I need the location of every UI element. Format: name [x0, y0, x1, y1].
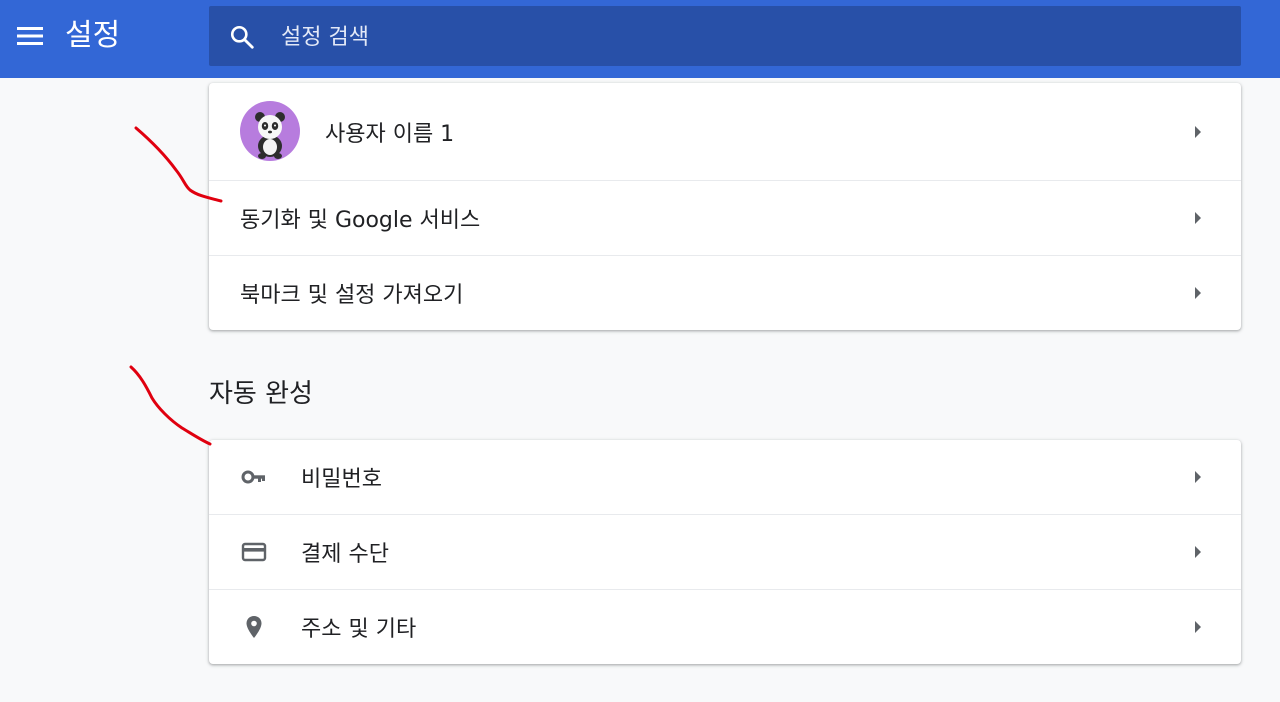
- import-bookmarks-row[interactable]: 북마크 및 설정 가져오기: [209, 255, 1241, 330]
- top-bar: 설정: [0, 0, 1280, 78]
- page-title: 설정: [65, 18, 121, 53]
- autofill-card: 비밀번호 결제 수단 주소 및 기타: [209, 440, 1241, 664]
- passwords-row[interactable]: 비밀번호: [209, 440, 1241, 514]
- arrow-right-icon: [1195, 621, 1201, 633]
- search-icon: [230, 25, 254, 49]
- arrow-right-icon: [1195, 212, 1201, 224]
- arrow-right-icon: [1195, 471, 1201, 483]
- key-icon: [241, 470, 265, 484]
- import-bookmarks-label: 북마크 및 설정 가져오기: [240, 283, 464, 308]
- credit-card-icon: [241, 542, 267, 562]
- sync-services-label: 동기화 및 Google 서비스: [240, 208, 481, 233]
- panda-avatar-icon: [255, 112, 285, 159]
- payment-methods-row[interactable]: 결제 수단: [209, 514, 1241, 589]
- arrow-right-icon: [1195, 287, 1201, 299]
- arrow-right-icon: [1195, 546, 1201, 558]
- search-box[interactable]: [209, 6, 1241, 66]
- people-card: 사용자 이름 1 동기화 및 Google 서비스 북마크 및 설정 가져오기: [209, 83, 1241, 330]
- annotation-stroke-autofill: [129, 365, 212, 446]
- autofill-section-title: 자동 완성: [209, 379, 313, 409]
- passwords-label: 비밀번호: [301, 467, 382, 492]
- addresses-row[interactable]: 주소 및 기타: [209, 589, 1241, 664]
- search-input[interactable]: [279, 16, 1183, 58]
- hamburger-menu-icon: [17, 27, 43, 45]
- profile-name: 사용자 이름 1: [325, 121, 455, 147]
- profile-row[interactable]: 사용자 이름 1: [209, 83, 1241, 180]
- sync-services-row[interactable]: 동기화 및 Google 서비스: [209, 180, 1241, 255]
- addresses-label: 주소 및 기타: [301, 617, 417, 642]
- avatar: [240, 101, 300, 161]
- location-pin-icon: [246, 616, 262, 638]
- arrow-right-icon: [1195, 125, 1201, 138]
- main-menu-button[interactable]: [10, 14, 50, 58]
- payment-methods-label: 결제 수단: [301, 542, 389, 567]
